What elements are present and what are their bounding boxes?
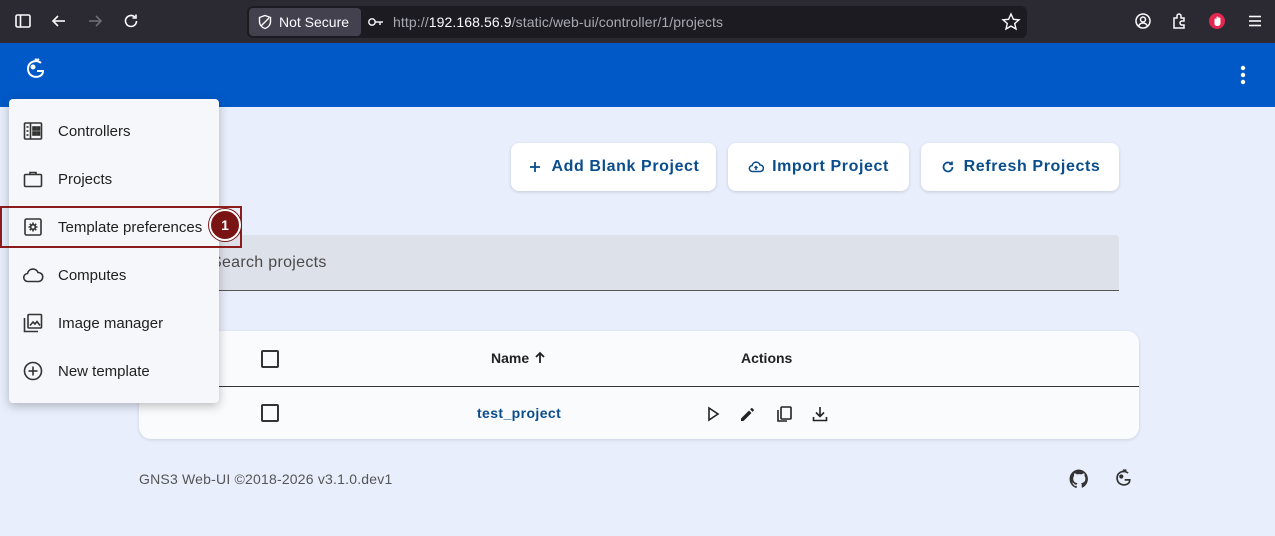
- download-icon[interactable]: [809, 403, 831, 425]
- briefcase-icon: [23, 171, 43, 188]
- key-icon[interactable]: [367, 14, 385, 30]
- security-label: Not Secure: [279, 14, 350, 30]
- menu-item-image-manager[interactable]: Image manager: [9, 299, 219, 347]
- forward-icon[interactable]: [84, 10, 106, 32]
- add-blank-project-button[interactable]: Add Blank Project: [511, 143, 716, 191]
- table-header: Name Actions: [139, 331, 1139, 387]
- gns3-logo-icon[interactable]: [22, 57, 48, 83]
- controllers-icon: [23, 122, 43, 140]
- projects-table: Name Actions test_project: [139, 331, 1139, 439]
- sidebar-toggle-icon[interactable]: [12, 10, 34, 32]
- image-library-icon: [23, 313, 43, 333]
- search-input[interactable]: [211, 251, 1091, 275]
- refresh-projects-button[interactable]: Refresh Projects: [921, 143, 1119, 191]
- play-icon[interactable]: [702, 403, 724, 425]
- bookmark-star-icon[interactable]: [1001, 12, 1021, 32]
- footer-copyright: GNS3 Web-UI ©2018-2026 v3.1.0.dev1: [139, 471, 393, 487]
- hamburger-menu-icon[interactable]: [1244, 10, 1266, 32]
- annotation-highlight-box: [0, 206, 242, 248]
- add-circle-icon: [23, 361, 43, 381]
- back-icon[interactable]: [48, 10, 70, 32]
- security-indicator[interactable]: Not Secure: [249, 8, 361, 36]
- search-field[interactable]: [139, 235, 1119, 291]
- shield-warning-icon: [258, 14, 272, 30]
- import-project-button[interactable]: Import Project: [728, 143, 909, 191]
- select-all-checkbox[interactable]: [261, 350, 279, 368]
- app-toolbar: [0, 43, 1275, 107]
- navigation-menu: Controllers Projects Template preference…: [9, 99, 219, 403]
- refresh-icon: [942, 161, 953, 173]
- browser-toolbar: Not Secure http://192.168.56.9/static/we…: [0, 0, 1275, 43]
- menu-item-controllers[interactable]: Controllers: [9, 107, 219, 155]
- annotation-step-badge: 1: [209, 209, 241, 241]
- plus-icon: [530, 162, 541, 172]
- url-text[interactable]: http://192.168.56.9/static/web-ui/contro…: [393, 14, 723, 30]
- name-column-header[interactable]: Name: [491, 350, 547, 366]
- extensions-icon[interactable]: [1168, 10, 1190, 32]
- account-icon[interactable]: [1132, 10, 1154, 32]
- menu-item-computes[interactable]: Computes: [9, 251, 219, 299]
- edit-icon[interactable]: [737, 403, 759, 425]
- actions-column-header: Actions: [741, 350, 793, 366]
- arrow-up-icon: [535, 351, 545, 363]
- gns3-footer-logo-icon[interactable]: [1112, 468, 1134, 490]
- cloud-icon: [22, 268, 44, 283]
- row-checkbox[interactable]: [261, 404, 279, 422]
- menu-item-projects[interactable]: Projects: [9, 155, 219, 203]
- copy-icon[interactable]: [773, 403, 795, 425]
- address-bar[interactable]: Not Secure http://192.168.56.9/static/we…: [247, 6, 1027, 38]
- cloud-upload-icon: [748, 161, 765, 173]
- menu-item-new-template[interactable]: New template: [9, 347, 219, 395]
- reload-icon[interactable]: [120, 10, 142, 32]
- addon-stop-icon[interactable]: [1206, 10, 1228, 32]
- more-vert-icon[interactable]: [1233, 63, 1253, 87]
- github-icon[interactable]: [1068, 468, 1090, 490]
- project-name-link[interactable]: test_project: [477, 405, 561, 421]
